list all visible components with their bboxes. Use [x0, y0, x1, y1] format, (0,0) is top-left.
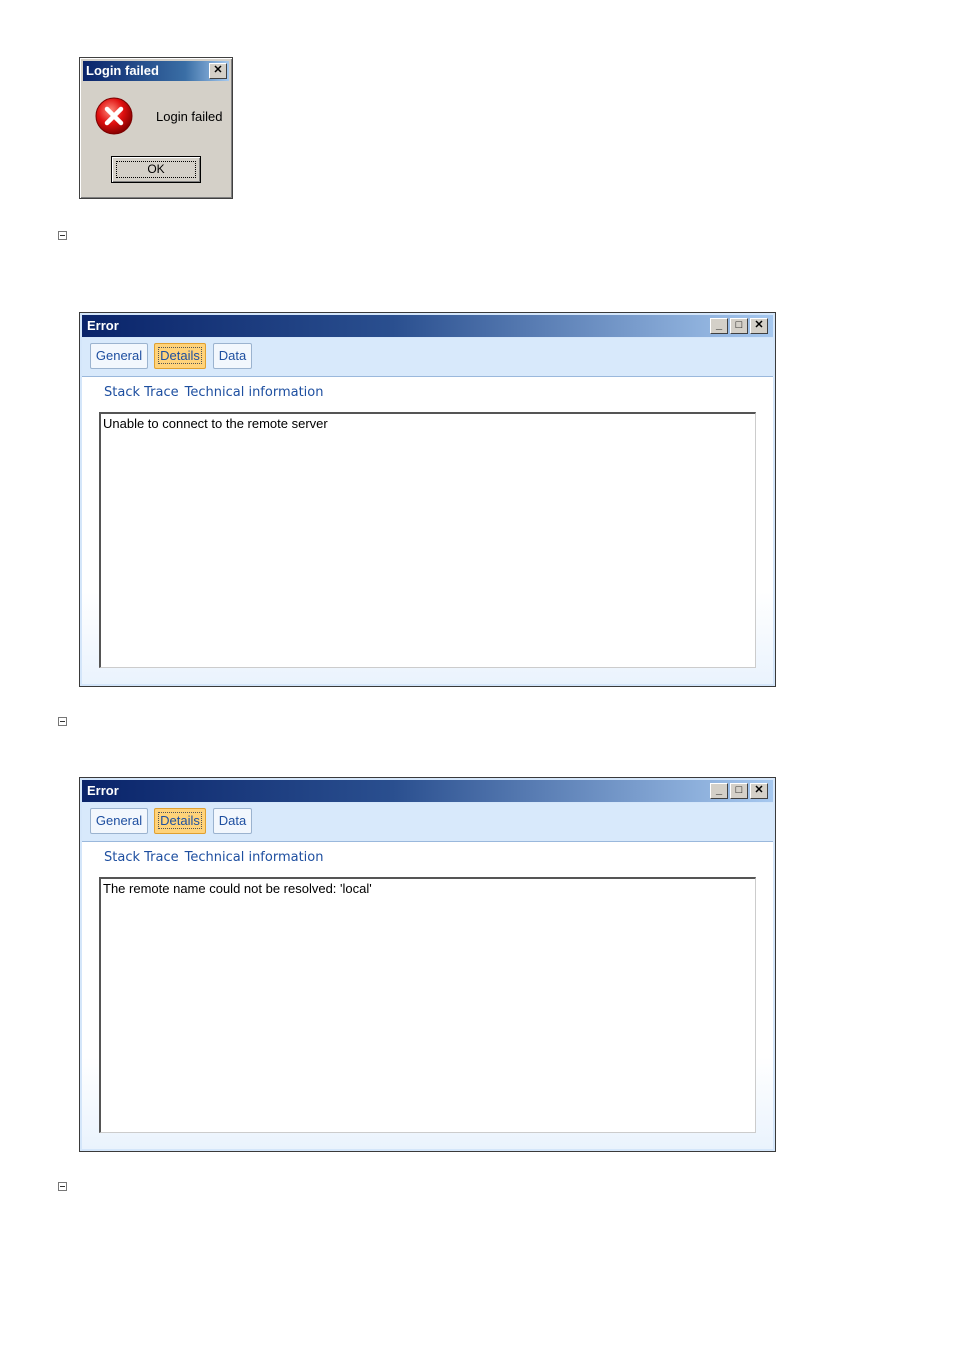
ok-button[interactable]: OK [111, 156, 201, 183]
maximize-icon[interactable]: □ [730, 783, 748, 799]
details-panel: Stack Trace Technical information Unable … [82, 377, 773, 684]
sub-tab-stack-trace[interactable]: Stack Trace [104, 850, 179, 865]
error-window: Error _ □ ✕ General Details Data Stack T… [79, 312, 776, 687]
error-window: Error _ □ ✕ General Details Data Stack T… [79, 777, 776, 1152]
login-failed-dialog: Login failed ✕ Login failed OK [79, 57, 233, 199]
close-icon[interactable]: ✕ [750, 318, 768, 334]
dialog-title: Login failed [86, 63, 159, 78]
minimize-icon[interactable]: _ [710, 783, 728, 799]
minimize-icon[interactable]: _ [710, 318, 728, 334]
tab-general[interactable]: General [90, 808, 148, 834]
window-title-bar: Error _ □ ✕ [82, 780, 773, 802]
dialog-title-bar: Login failed ✕ [83, 61, 229, 81]
sub-tab-bar: Stack Trace Technical information [104, 385, 329, 400]
window-title-bar: Error _ □ ✕ [82, 315, 773, 337]
window-title: Error [87, 783, 119, 798]
tab-data[interactable]: Data [213, 808, 252, 834]
tab-details[interactable]: Details [154, 343, 206, 369]
error-icon [95, 97, 133, 135]
tab-data[interactable]: Data [213, 343, 252, 369]
tab-general[interactable]: General [90, 343, 148, 369]
tab-details[interactable]: Details [154, 808, 206, 834]
ok-button-label: OK [116, 161, 196, 178]
close-icon[interactable]: ✕ [209, 63, 227, 79]
sub-tab-bar: Stack Trace Technical information [104, 850, 329, 865]
dialog-message: Login failed [156, 109, 223, 124]
maximize-icon[interactable]: □ [730, 318, 748, 334]
error-message-textbox[interactable]: The remote name could not be resolved: '… [99, 877, 756, 1133]
tab-bar: General Details Data [82, 803, 773, 842]
window-title: Error [87, 318, 119, 333]
collapse-toggle-icon[interactable] [58, 717, 67, 726]
details-panel: Stack Trace Technical information The rem… [82, 842, 773, 1149]
sub-tab-technical-information[interactable]: Technical information [185, 850, 324, 865]
sub-tab-technical-information[interactable]: Technical information [185, 385, 324, 400]
tab-bar: General Details Data [82, 338, 773, 377]
collapse-toggle-icon[interactable] [58, 231, 67, 240]
error-message-textbox[interactable]: Unable to connect to the remote server [99, 412, 756, 668]
collapse-toggle-icon[interactable] [58, 1182, 67, 1191]
close-icon[interactable]: ✕ [750, 783, 768, 799]
sub-tab-stack-trace[interactable]: Stack Trace [104, 385, 179, 400]
